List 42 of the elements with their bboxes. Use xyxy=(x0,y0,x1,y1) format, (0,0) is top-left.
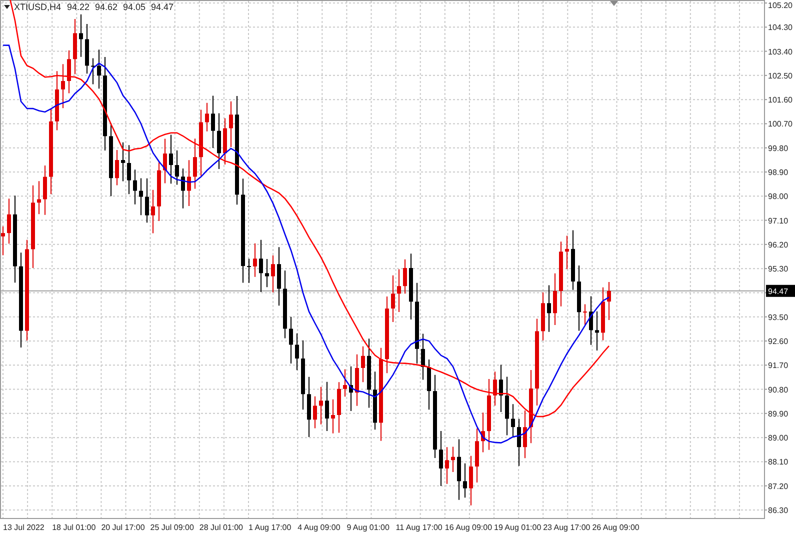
ohlc-value: 94.62 xyxy=(95,2,118,12)
price-label: 100.70 xyxy=(768,120,792,129)
ohlc-value: 94.47 xyxy=(151,2,174,12)
price-label: 105.20 xyxy=(768,1,792,10)
ohlc-value: 94.05 xyxy=(123,2,146,12)
time-label: 1 Aug 17:00 xyxy=(248,523,292,532)
time-label: 4 Aug 09:00 xyxy=(298,523,340,532)
time-label: 23 Aug 17:00 xyxy=(543,523,590,532)
price-label: 98.00 xyxy=(768,192,788,202)
price-label: 88.10 xyxy=(768,458,788,467)
price-label: 95.30 xyxy=(768,264,788,274)
time-label: 20 Jul 17:00 xyxy=(101,523,145,532)
shift-marker-icon[interactable] xyxy=(610,1,618,6)
price-label: 93.50 xyxy=(768,312,788,322)
price-label: 98.90 xyxy=(768,168,788,177)
time-label: 25 Jul 09:00 xyxy=(150,523,194,532)
price-label: 97.10 xyxy=(768,216,788,226)
time-label: 11 Aug 17:00 xyxy=(396,523,442,532)
price-label: 96.20 xyxy=(768,240,788,250)
time-label: 18 Jul 01:00 xyxy=(52,523,96,532)
time-label: 16 Aug 09:00 xyxy=(444,523,492,532)
price-label: 103.40 xyxy=(768,47,792,56)
price-label: 92.60 xyxy=(768,337,788,346)
time-label: 28 Jul 01:00 xyxy=(199,523,243,532)
symbol-label: XTIUSD,H4 xyxy=(14,2,62,12)
menu-arrow-icon[interactable] xyxy=(4,5,10,9)
ohlc-value: 94.22 xyxy=(67,2,90,12)
time-label: 19 Aug 01:00 xyxy=(494,523,542,532)
price-label: 86.30 xyxy=(768,506,788,515)
price-label: 104.30 xyxy=(768,23,792,32)
current-price-tag: 94.47 xyxy=(766,284,795,297)
time-label: 26 Aug 09:00 xyxy=(592,523,640,532)
time-label: 13 Jul 2022 xyxy=(3,523,44,532)
time-label: 9 Aug 01:00 xyxy=(346,523,390,532)
price-label: 101.60 xyxy=(768,96,792,105)
price-label: 91.70 xyxy=(768,361,788,370)
price-label: 87.20 xyxy=(768,482,788,491)
price-label: 90.80 xyxy=(768,385,788,394)
price-label: 89.90 xyxy=(768,409,788,418)
price-label: 99.80 xyxy=(768,144,788,153)
price-label: 102.50 xyxy=(768,71,792,80)
price-label: 89.00 xyxy=(768,434,788,443)
